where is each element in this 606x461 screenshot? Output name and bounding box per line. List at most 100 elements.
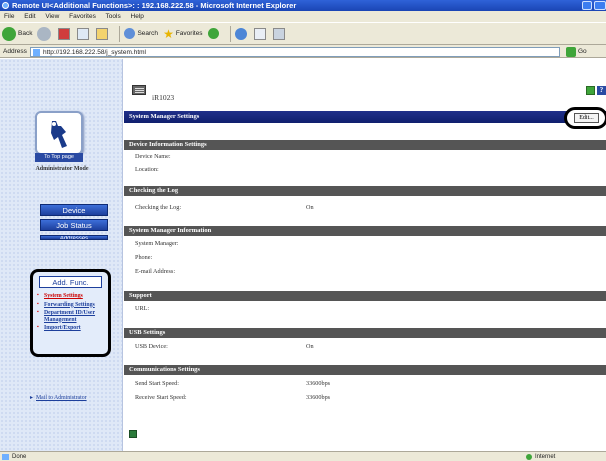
submenu-department-id[interactable]: Department ID/User Management bbox=[37, 310, 107, 323]
home-button[interactable] bbox=[96, 27, 110, 40]
history-icon bbox=[234, 27, 247, 40]
setting-label: USB Device: bbox=[135, 343, 168, 350]
favorites-button[interactable]: ★ Favorites bbox=[163, 27, 203, 41]
page-status-icon bbox=[2, 454, 9, 460]
menu-favorites[interactable]: Favorites bbox=[69, 13, 96, 20]
sidebar: To Top page Administrator Mode Device Jo… bbox=[0, 59, 123, 451]
favorites-label: Favorites bbox=[175, 30, 203, 37]
status-text: Done bbox=[12, 454, 27, 460]
search-button[interactable]: Search bbox=[124, 28, 158, 39]
submenu-forwarding-settings[interactable]: Forwarding Settings bbox=[37, 302, 107, 309]
back-label: Back bbox=[18, 30, 33, 37]
internet-zone-icon bbox=[526, 454, 532, 460]
section-header: USB Settings bbox=[124, 328, 606, 338]
ie-icon bbox=[2, 2, 9, 9]
back-arrow-icon bbox=[2, 26, 16, 41]
menu-file[interactable]: File bbox=[4, 13, 14, 20]
section-header: Device Information Settings bbox=[124, 140, 606, 150]
setting-label: Device Name: bbox=[135, 153, 171, 160]
add-func-highlight: Add. Func. System Settings Forwarding Se… bbox=[30, 269, 111, 357]
setting-row: E-mail Address: bbox=[124, 267, 606, 276]
media-button[interactable] bbox=[207, 28, 221, 39]
setting-row: Send Start Speed: 33600bps bbox=[124, 379, 606, 388]
mail-icon bbox=[253, 27, 266, 40]
logo-icon bbox=[51, 121, 67, 148]
minimize-button[interactable] bbox=[582, 1, 592, 10]
media-icon bbox=[207, 28, 219, 39]
mail-to-admin-link[interactable]: Mail to Administrator bbox=[30, 395, 90, 402]
main-content: iR1023 ? System Manager Settings Edit...… bbox=[124, 59, 606, 451]
refresh-button[interactable] bbox=[77, 27, 91, 40]
setting-label: URL: bbox=[135, 305, 150, 312]
menu-view[interactable]: View bbox=[45, 13, 59, 20]
setting-value: 33600bps bbox=[306, 380, 331, 387]
job-status-button[interactable]: Job Status bbox=[40, 219, 108, 231]
top-page-button[interactable]: To Top page bbox=[35, 153, 83, 162]
toolbar-separator bbox=[119, 25, 121, 42]
edit-button[interactable]: Edit... bbox=[574, 113, 599, 123]
setting-row: Location: bbox=[124, 165, 606, 174]
printer-icon bbox=[132, 85, 146, 95]
setting-row: System Manager: bbox=[124, 239, 606, 248]
forward-arrow-icon bbox=[37, 26, 52, 41]
browser-toolbar: Back Search ★ Favorites bbox=[0, 22, 606, 45]
stop-button[interactable] bbox=[58, 27, 72, 40]
menu-edit[interactable]: Edit bbox=[24, 13, 35, 20]
setting-row: Device Name: bbox=[124, 152, 606, 161]
security-zone-label: Internet bbox=[535, 454, 556, 460]
setting-label: Receive Start Speed: bbox=[135, 394, 187, 401]
print-button[interactable] bbox=[272, 27, 287, 40]
back-button[interactable]: Back bbox=[2, 26, 33, 41]
device-button[interactable]: Device bbox=[40, 204, 108, 216]
setting-value: On bbox=[306, 343, 314, 350]
setting-label: Location: bbox=[135, 166, 159, 173]
edit-highlight: Edit... bbox=[564, 107, 606, 129]
go-label[interactable]: Go bbox=[578, 45, 587, 58]
menu-tools[interactable]: Tools bbox=[106, 13, 121, 20]
admin-mode-label: Administrator Mode bbox=[35, 166, 89, 172]
submenu-system-settings[interactable]: System Settings bbox=[37, 293, 107, 300]
setting-row: Receive Start Speed: 33600bps bbox=[124, 393, 606, 402]
menu-help[interactable]: Help bbox=[131, 13, 144, 20]
refresh-icon bbox=[77, 27, 90, 40]
search-icon bbox=[124, 28, 136, 39]
window-title: Remote UI<Additional Functions>: : 192.1… bbox=[12, 1, 297, 10]
page-title: System Manager Settings bbox=[124, 111, 606, 123]
toolbar-separator bbox=[229, 25, 231, 42]
remote-ui-logo[interactable] bbox=[35, 111, 83, 155]
address-input[interactable]: http://192.168.222.58/j_system.html bbox=[30, 47, 560, 57]
address-url: http://192.168.222.58/j_system.html bbox=[43, 49, 146, 56]
section-header: System Manager Information bbox=[124, 226, 606, 236]
setting-row: Checking the Log: On bbox=[124, 203, 606, 212]
setting-label: Checking the Log: bbox=[135, 204, 182, 211]
add-func-button[interactable]: Add. Func. bbox=[39, 276, 102, 288]
mail-button[interactable] bbox=[253, 27, 268, 40]
forward-button[interactable] bbox=[37, 26, 53, 41]
addresses-button[interactable]: Addresses bbox=[40, 235, 108, 240]
address-label: Address bbox=[3, 48, 27, 55]
home-icon bbox=[96, 27, 109, 40]
section-header: Support bbox=[124, 291, 606, 301]
address-bar: Address http://192.168.222.58/j_system.h… bbox=[0, 45, 606, 58]
search-label: Search bbox=[137, 30, 159, 37]
setting-row: Phone: bbox=[124, 253, 606, 262]
section-header: Communications Settings bbox=[124, 365, 606, 375]
go-button[interactable] bbox=[566, 47, 576, 57]
device-name: iR1023 bbox=[152, 93, 175, 102]
setting-label: System Manager: bbox=[135, 240, 179, 247]
history-button[interactable] bbox=[234, 27, 249, 40]
setting-label: E-mail Address: bbox=[135, 268, 176, 275]
setting-value: On bbox=[306, 204, 314, 211]
maximize-button[interactable] bbox=[594, 1, 606, 10]
setting-row: URL: bbox=[124, 304, 606, 313]
setting-label: Send Start Speed: bbox=[135, 380, 179, 387]
window-title-bar: Remote UI<Additional Functions>: : 192.1… bbox=[0, 0, 606, 11]
print-icon bbox=[272, 27, 285, 40]
page-refresh-icon[interactable] bbox=[586, 86, 595, 95]
back-to-top-icon[interactable] bbox=[129, 430, 137, 438]
add-func-submenu: System Settings Forwarding Settings Depa… bbox=[37, 293, 107, 334]
submenu-import-export[interactable]: Import/Export bbox=[37, 325, 107, 332]
help-icon[interactable]: ? bbox=[597, 86, 606, 95]
setting-row: USB Device: On bbox=[124, 342, 606, 351]
stop-icon bbox=[58, 27, 71, 40]
